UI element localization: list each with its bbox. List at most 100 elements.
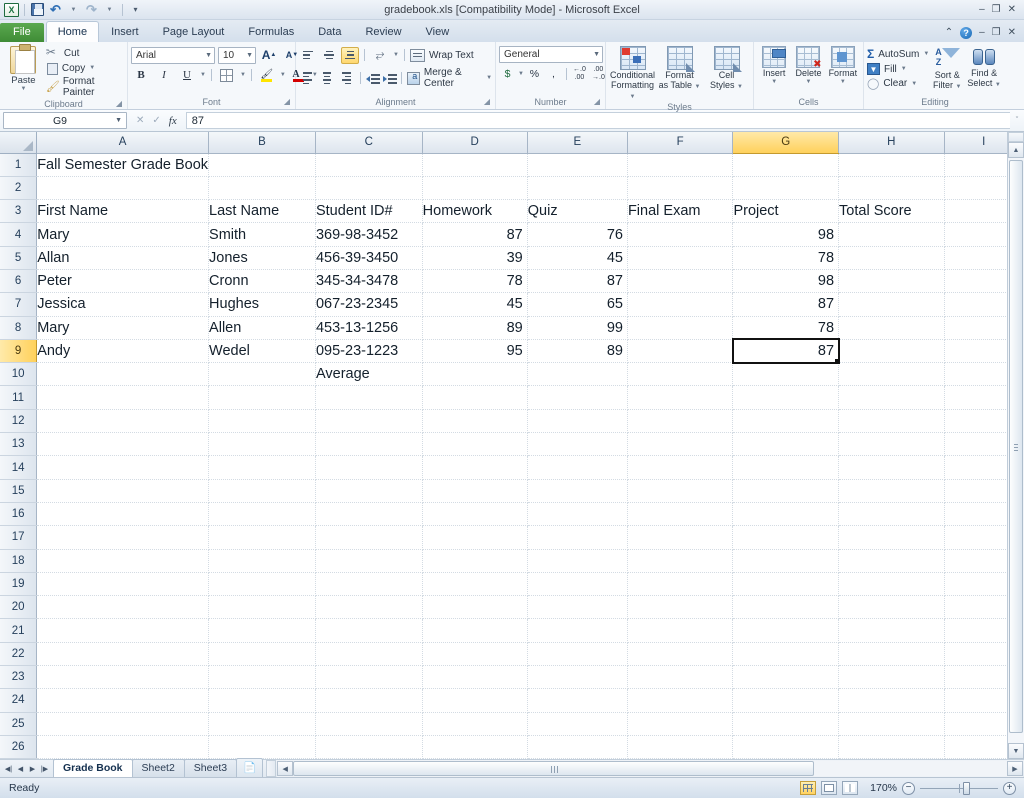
font-size-combo[interactable]: 10 ▼ [218, 47, 256, 64]
cell-E15[interactable] [527, 479, 627, 502]
cell-B1[interactable] [209, 153, 316, 176]
cell-C11[interactable] [315, 386, 422, 409]
tab-insert[interactable]: Insert [99, 21, 151, 42]
page-break-preview-icon[interactable] [842, 781, 858, 795]
cell-B23[interactable] [209, 666, 316, 689]
row-header-8[interactable]: 8 [0, 316, 37, 339]
cell-F8[interactable] [627, 316, 732, 339]
cell-D22[interactable] [422, 642, 527, 665]
cell-H4[interactable] [839, 223, 944, 246]
cell-A12[interactable] [37, 409, 209, 432]
cell-H24[interactable] [839, 689, 944, 712]
paste-button[interactable]: Paste ▼ [3, 44, 44, 92]
cell-E13[interactable] [527, 433, 627, 456]
row-header-6[interactable]: 6 [0, 269, 37, 292]
cell-H14[interactable] [839, 456, 944, 479]
cell-D17[interactable] [422, 526, 527, 549]
row-header-7[interactable]: 7 [0, 293, 37, 316]
cell-H19[interactable] [839, 572, 944, 595]
cell-G15[interactable] [733, 479, 839, 502]
number-format-combo[interactable]: General ▼ [499, 46, 603, 63]
cell-E17[interactable] [527, 526, 627, 549]
cell-F9[interactable] [627, 339, 732, 362]
minimize-workbook-icon[interactable]: – [979, 28, 985, 38]
cell-D8[interactable]: 89 [422, 316, 527, 339]
restore-window-icon[interactable]: ❐ [992, 5, 1001, 15]
cell-A8[interactable]: Mary [37, 316, 209, 339]
cell-D16[interactable] [422, 502, 527, 525]
cell-F22[interactable] [627, 642, 732, 665]
tab-file[interactable]: File [0, 23, 44, 42]
orientation-button[interactable]: ⥂ [370, 46, 390, 64]
cell-C12[interactable] [315, 409, 422, 432]
cell-A6[interactable]: Peter [37, 269, 209, 292]
cell-H11[interactable] [839, 386, 944, 409]
cell-D9[interactable]: 95 [422, 339, 527, 362]
close-window-icon[interactable]: ✕ [1008, 5, 1016, 15]
cell-A25[interactable] [37, 712, 209, 735]
cell-G1[interactable] [733, 153, 839, 176]
cell-F24[interactable] [627, 689, 732, 712]
cell-H10[interactable] [839, 363, 944, 386]
cell-C15[interactable] [315, 479, 422, 502]
cell-F16[interactable] [627, 502, 732, 525]
cell-F23[interactable] [627, 666, 732, 689]
zoom-level-label[interactable]: 170% [863, 782, 897, 794]
undo-icon[interactable]: ↶ [48, 2, 63, 17]
column-header-D[interactable]: D [422, 132, 527, 153]
cell-B12[interactable] [209, 409, 316, 432]
cell-G4[interactable]: 98 [733, 223, 839, 246]
cell-A5[interactable]: Allan [37, 246, 209, 269]
font-dialog-launcher-icon[interactable]: ◢ [284, 95, 290, 108]
cell-G22[interactable] [733, 642, 839, 665]
cell-G21[interactable] [733, 619, 839, 642]
cell-F17[interactable] [627, 526, 732, 549]
cell-A20[interactable] [37, 596, 209, 619]
cell-G24[interactable] [733, 689, 839, 712]
cell-B15[interactable] [209, 479, 316, 502]
align-center-button[interactable] [319, 70, 336, 87]
column-header-G[interactable]: G [733, 132, 839, 153]
cell-F14[interactable] [627, 456, 732, 479]
merge-center-dropdown-icon[interactable]: ▼ [486, 75, 492, 81]
row-header-26[interactable]: 26 [0, 735, 37, 758]
cell-F25[interactable] [627, 712, 732, 735]
cell-B5[interactable]: Jones [209, 246, 316, 269]
cell-G18[interactable] [733, 549, 839, 572]
cell-H1[interactable] [839, 153, 944, 176]
cell-B11[interactable] [209, 386, 316, 409]
row-header-3[interactable]: 3 [0, 200, 37, 223]
cell-G13[interactable] [733, 433, 839, 456]
cell-C1[interactable] [315, 153, 422, 176]
cell-E2[interactable] [527, 176, 627, 199]
tab-review[interactable]: Review [353, 21, 413, 42]
conditional-formatting-button[interactable]: ConditionalFormatting ▼ [609, 44, 656, 101]
cell-D2[interactable] [422, 176, 527, 199]
cell-D10[interactable] [422, 363, 527, 386]
enter-formula-icon[interactable]: ✓ [152, 115, 160, 126]
row-header-22[interactable]: 22 [0, 642, 37, 665]
cell-F4[interactable] [627, 223, 732, 246]
clear-dropdown-icon[interactable]: ▼ [911, 81, 917, 87]
cell-D5[interactable]: 39 [422, 246, 527, 269]
fill-dropdown-icon[interactable]: ▼ [901, 66, 907, 72]
cell-B26[interactable] [209, 735, 316, 758]
normal-view-icon[interactable] [800, 781, 816, 795]
row-header-2[interactable]: 2 [0, 176, 37, 199]
row-header-10[interactable]: 10 [0, 363, 37, 386]
cell-D3[interactable]: Homework [422, 200, 527, 223]
cell-E16[interactable] [527, 502, 627, 525]
fill-button[interactable]: ▼ Fill ▼ [867, 62, 929, 76]
wrap-text-button[interactable]: Wrap Text [410, 48, 474, 63]
help-icon[interactable]: ? [960, 27, 972, 39]
cell-styles-button[interactable]: CellStyles ▼ [703, 44, 750, 91]
cell-A14[interactable] [37, 456, 209, 479]
row-header-21[interactable]: 21 [0, 619, 37, 642]
cell-F20[interactable] [627, 596, 732, 619]
format-cells-button[interactable]: Format ▼ [826, 44, 860, 85]
cell-G17[interactable] [733, 526, 839, 549]
decrease-indent-button[interactable] [365, 71, 379, 85]
fill-color-button[interactable]: 🖌 [257, 66, 277, 84]
row-header-1[interactable]: 1 [0, 153, 37, 176]
cell-B17[interactable] [209, 526, 316, 549]
